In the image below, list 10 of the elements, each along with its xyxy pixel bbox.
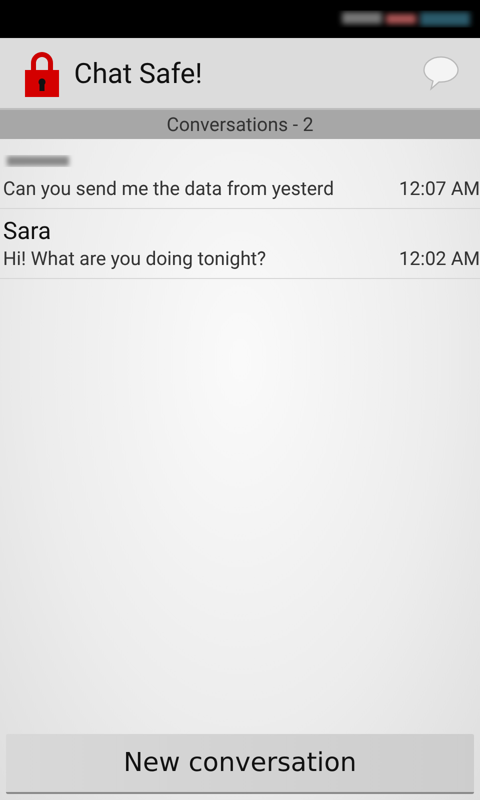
section-header: Conversations - 2 bbox=[166, 113, 314, 136]
app-title: Chat Safe! bbox=[74, 56, 204, 90]
message-preview: Hi! What are you doing tonight? bbox=[3, 247, 267, 270]
message-time: 12:02 AM bbox=[398, 247, 480, 270]
contact-name[interactable]: Sara bbox=[3, 217, 52, 245]
message-time: 12:07 AM bbox=[398, 177, 480, 200]
padlock-icon bbox=[25, 52, 59, 97]
new-conversation-button[interactable]: New conversation bbox=[6, 734, 474, 794]
speech-bubble-icon[interactable] bbox=[422, 54, 460, 92]
message-preview: Can you send me the data from yesterd bbox=[3, 177, 335, 200]
